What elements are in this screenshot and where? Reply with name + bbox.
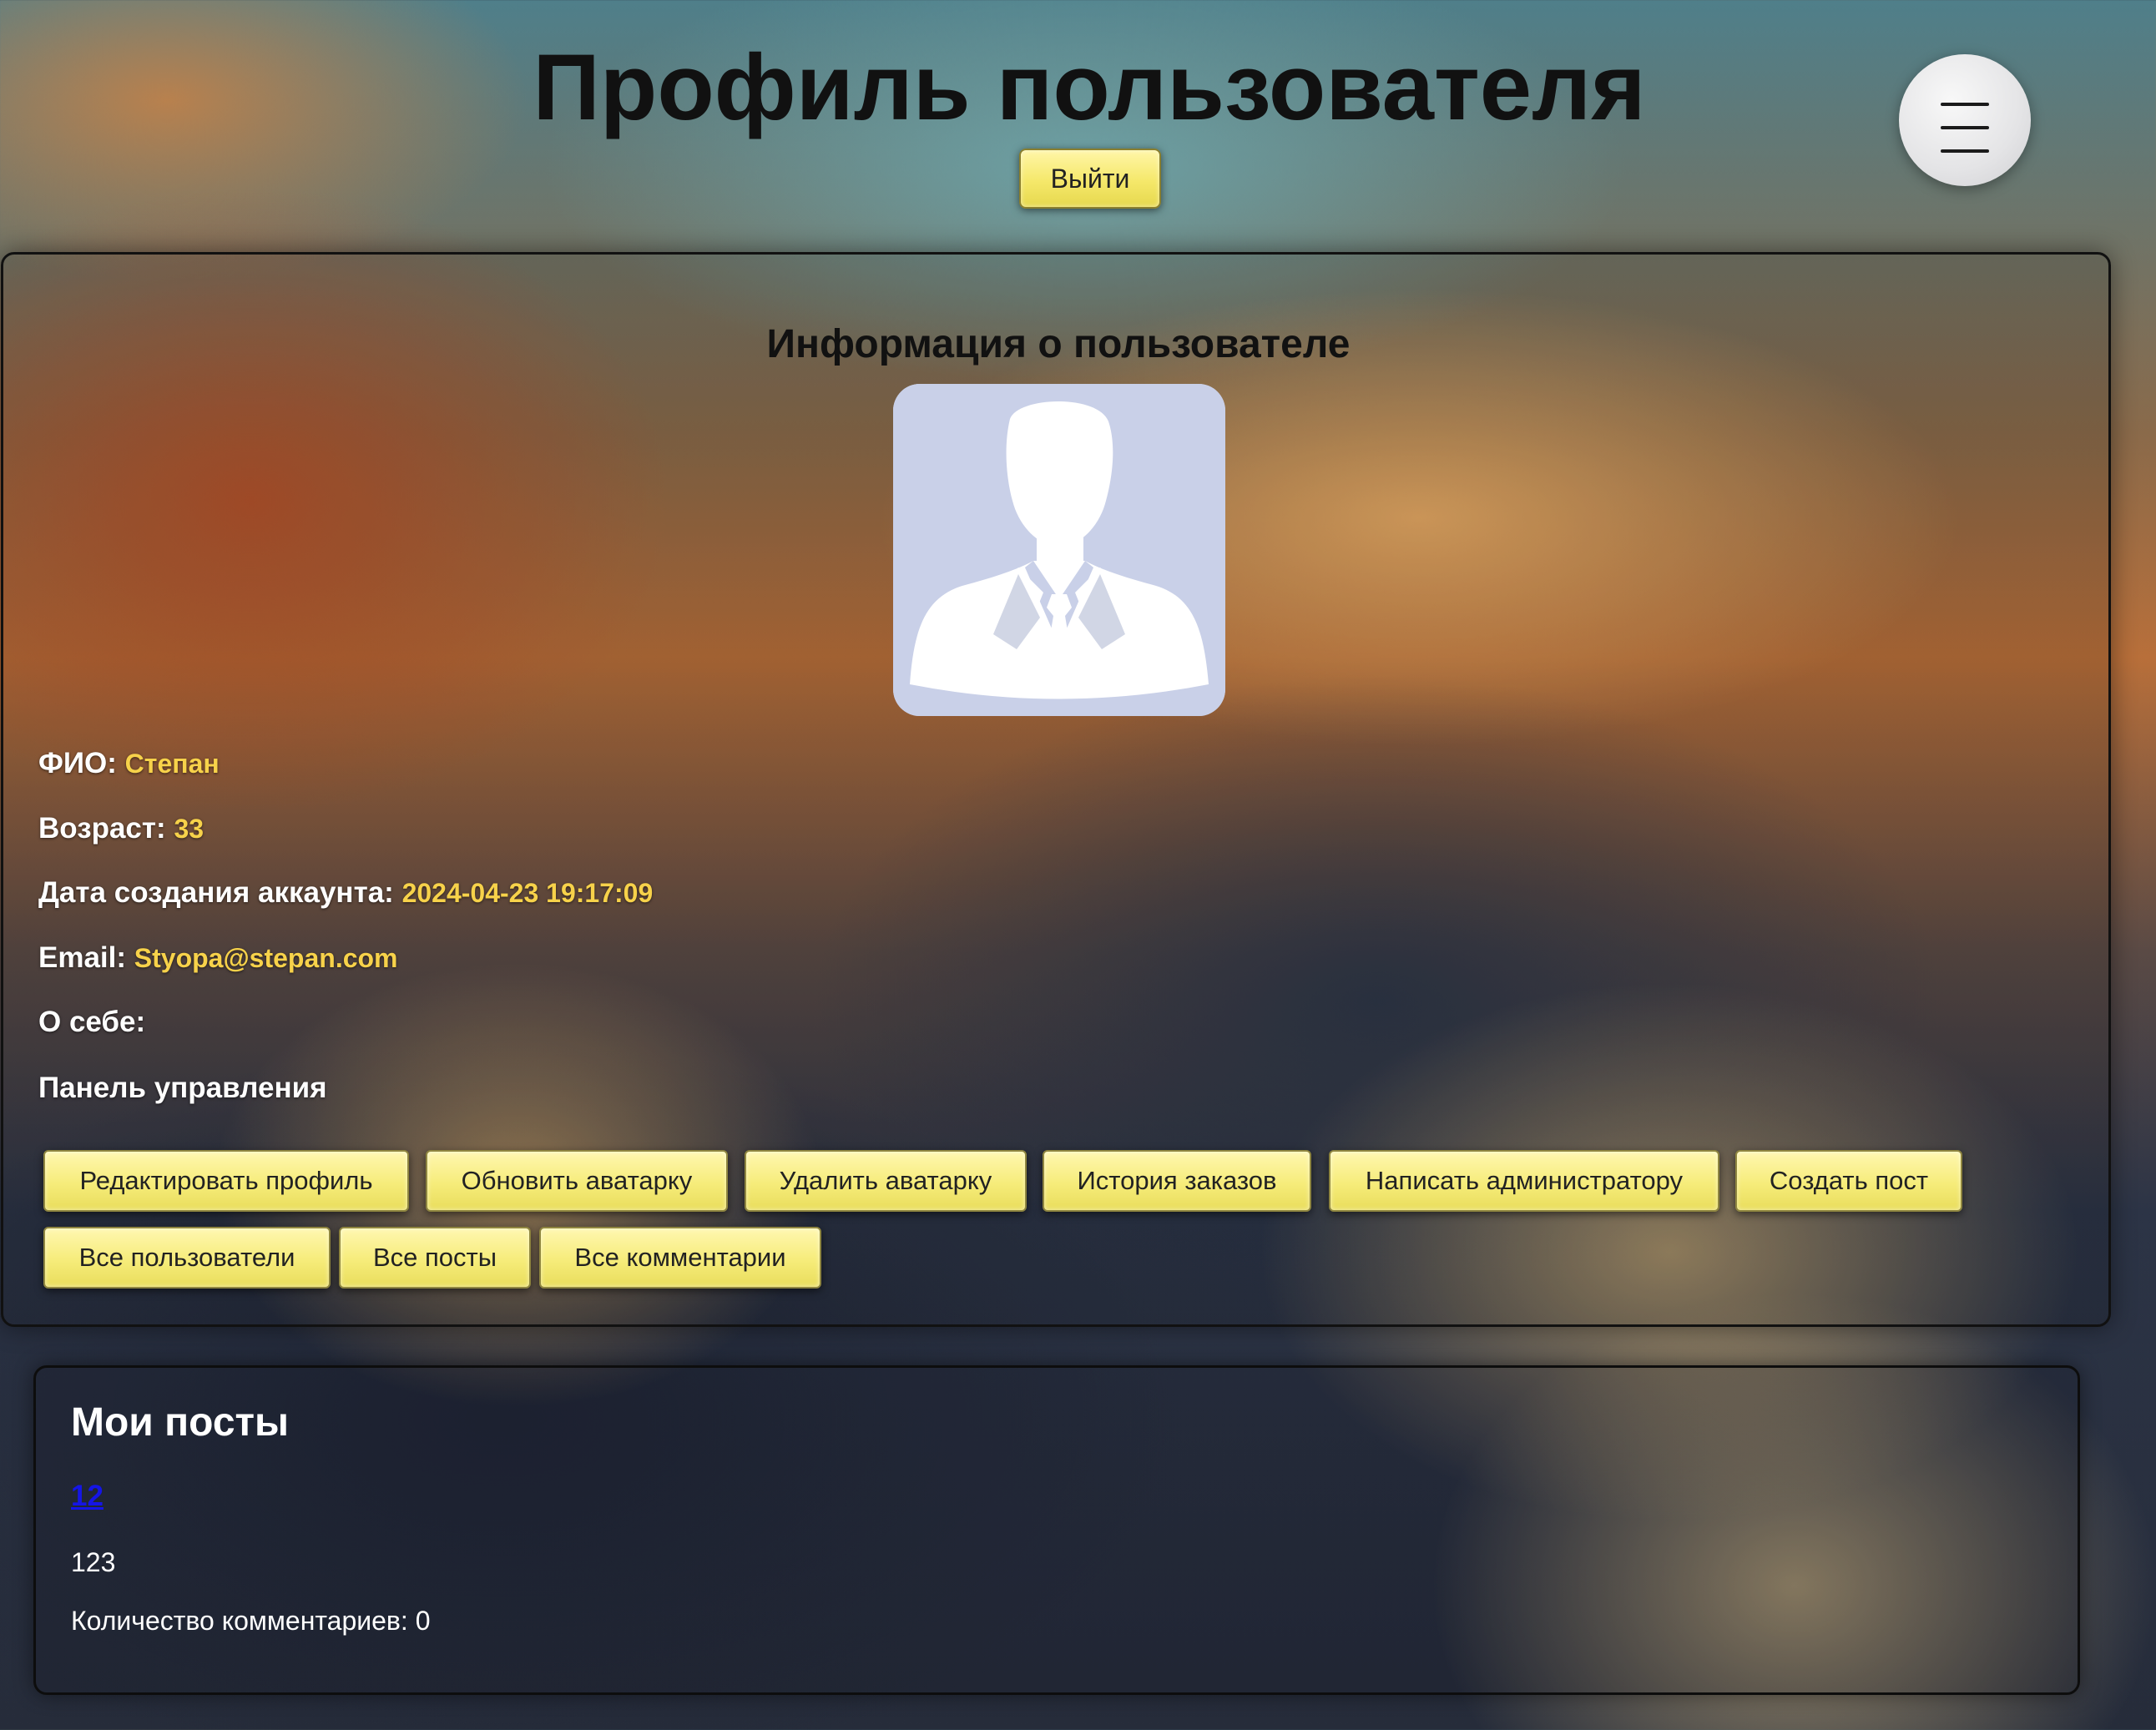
create-post-button[interactable]: Создать пост [1735, 1150, 1962, 1212]
user-info-panel: Информация о пользователе ФИО: Степан Во… [1, 252, 2111, 1327]
edit-profile-button[interactable]: Редактировать профиль [43, 1150, 409, 1212]
user-info-heading: Информация о пользователе [766, 322, 1351, 366]
field-name-label: ФИО: [38, 747, 117, 779]
field-created: Дата создания аккаунта: 2024-04-23 19:17… [38, 876, 653, 910]
field-email: Email: Styopa@stepan.com [38, 941, 398, 975]
field-about: О себе: [38, 1006, 145, 1039]
all-users-button[interactable]: Все пользователи [43, 1227, 331, 1289]
avatar [893, 384, 1225, 716]
field-name: ФИО: Степан [38, 747, 220, 780]
update-avatar-button[interactable]: Обновить аватарку [426, 1150, 728, 1212]
all-comments-button[interactable]: Все комментарии [539, 1227, 821, 1289]
field-created-value: 2024-04-23 19:17:09 [401, 878, 654, 908]
my-posts-heading: Мои посты [71, 1400, 290, 1445]
field-age-label: Возраст: [38, 812, 166, 845]
default-avatar-icon [893, 384, 1225, 716]
field-age-value: 33 [174, 814, 204, 844]
field-email-value: Styopa@stepan.com [134, 943, 398, 973]
order-history-button[interactable]: История заказов [1043, 1150, 1311, 1212]
field-email-label: Email: [38, 941, 127, 974]
message-admin-button[interactable]: Написать администратору [1329, 1150, 1719, 1212]
field-name-value: Степан [124, 749, 220, 779]
my-posts-panel: Мои посты 12 123 Количество комментариев… [33, 1365, 2080, 1695]
delete-avatar-button[interactable]: Удалить аватарку [745, 1150, 1027, 1212]
all-posts-button[interactable]: Все посты [339, 1227, 531, 1289]
header: Профиль пользователя Выйти [0, 0, 2156, 250]
field-created-label: Дата создания аккаунта: [38, 876, 394, 909]
logout-button[interactable]: Выйти [1019, 149, 1161, 209]
field-about-label: О себе: [38, 1006, 146, 1038]
post-comment-count: Количество комментариев: 0 [71, 1606, 431, 1636]
field-age: Возраст: 33 [38, 812, 204, 845]
menu-button[interactable] [1899, 54, 2031, 186]
post-title-link[interactable]: 12 [71, 1480, 104, 1513]
page-title: Профиль пользователя [533, 35, 1646, 139]
control-panel-label: Панель управления [38, 1072, 327, 1104]
post-body: 123 [71, 1547, 116, 1577]
